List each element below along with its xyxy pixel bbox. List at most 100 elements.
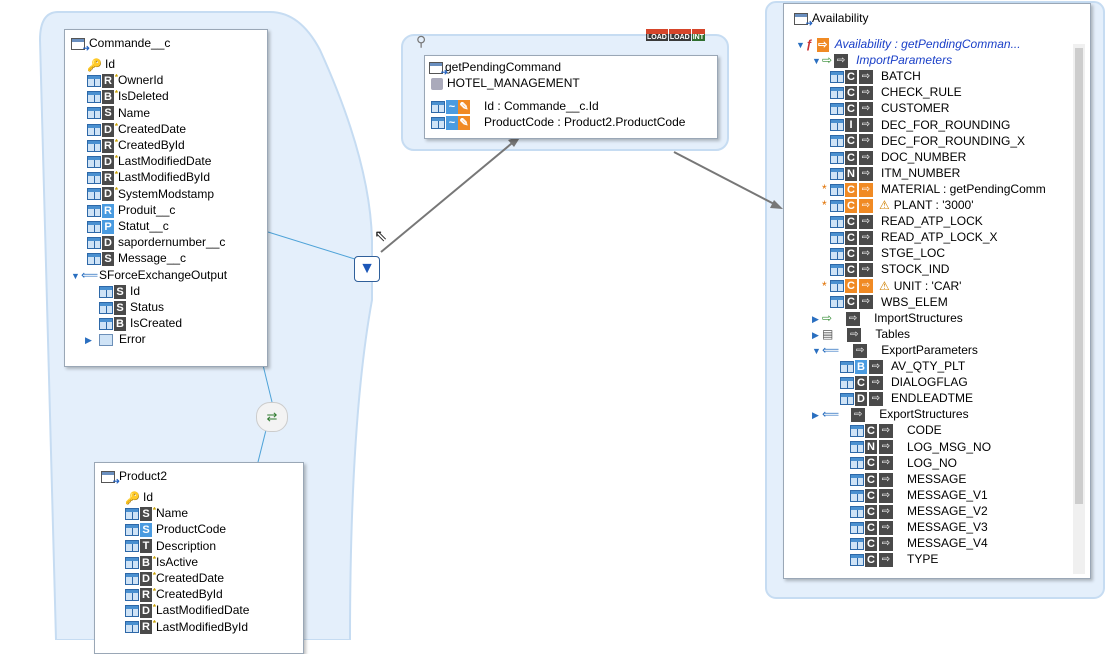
- parameter-row[interactable]: C ⇨ DEC_FOR_ROUNDING_X: [830, 133, 1025, 149]
- mapping-icon[interactable]: ⇄: [256, 402, 288, 432]
- parameter-row[interactable]: C ⇨ STOCK_IND: [830, 261, 949, 278]
- table-icon: [87, 237, 101, 250]
- collapse-toggle-icon[interactable]: ▶: [812, 327, 822, 343]
- filter-icon[interactable]: ▼: [354, 256, 380, 282]
- output-row[interactable]: ▼⟸SForceExchangeOutput: [71, 267, 227, 283]
- tree-root[interactable]: ▼ƒ ⇨ Availability : getPendingComman...: [796, 36, 1021, 52]
- export-structures-node[interactable]: ▶ ⟸ ⇨ ExportStructures: [812, 406, 969, 423]
- arrow-box-icon: ⇨: [879, 424, 893, 439]
- entity-icon: [71, 37, 90, 54]
- field-row[interactable]: Dsapordernumber__c: [87, 234, 225, 251]
- field-row[interactable]: R * LastModifiedById: [125, 619, 248, 635]
- param-row[interactable]: ~ ✎ ProductCode : Product2.ProductCode: [431, 114, 685, 130]
- field-label: Name: [118, 105, 151, 120]
- structure-field-row[interactable]: C ⇨ CODE: [850, 422, 942, 439]
- type-badge: R *: [140, 587, 156, 603]
- field-row[interactable]: P Statut__c: [87, 218, 169, 234]
- type-badge: P: [102, 219, 114, 234]
- field-row[interactable]: S Status: [99, 299, 164, 315]
- product-entity-panel[interactable]: Product2 🔑IdS*NameSProductCodeTDescripti…: [94, 462, 304, 654]
- table-icon: [125, 605, 139, 618]
- arrow-box-icon: ⇨: [879, 440, 893, 455]
- parameter-row[interactable]: B ⇨ AV_QTY_PLT: [840, 358, 965, 374]
- param-row[interactable]: ~ ✎ Id : Commande__c.Id: [431, 98, 599, 114]
- field-row[interactable]: D * LastModifiedDate: [125, 602, 249, 619]
- field-row[interactable]: 🔑 Id: [87, 56, 115, 72]
- field-row[interactable]: D * CreatedDate: [87, 121, 186, 137]
- parameter-row[interactable]: C ⇨ CUSTOMER: [830, 100, 949, 117]
- field-row[interactable]: B * IsDeleted: [87, 88, 169, 105]
- parameter-row[interactable]: I ⇨ DEC_FOR_ROUNDING: [830, 117, 1010, 133]
- expand-toggle-icon[interactable]: ▼: [796, 37, 806, 53]
- structure-field-row[interactable]: C ⇨ MESSAGE_V3: [850, 519, 988, 535]
- field-row[interactable]: S * Name: [125, 505, 188, 522]
- type-badge: R *: [102, 170, 118, 186]
- field-row[interactable]: R * CreatedById: [125, 586, 223, 603]
- expand-toggle-icon[interactable]: ▼: [812, 343, 822, 359]
- arrow-box-icon: ⇨: [834, 53, 849, 68]
- structure-field-row[interactable]: N ⇨ LOG_MSG_NO: [850, 439, 991, 455]
- import-parameters-node[interactable]: ▼⇨ ⇨ ImportParameters: [812, 52, 952, 68]
- type-badge: C: [845, 231, 857, 246]
- parameter-row[interactable]: * C ⇨ ⚠ PLANT : '3000': [822, 197, 974, 213]
- field-row[interactable]: B IsCreated: [99, 315, 182, 332]
- parameter-row[interactable]: C ⇨ WBS_ELEM: [830, 294, 948, 310]
- collapse-toggle-icon[interactable]: ▶: [812, 311, 822, 327]
- structure-field-row[interactable]: C ⇨ LOG_NO: [850, 455, 957, 471]
- expand-toggle-icon[interactable]: ▼: [71, 268, 81, 284]
- type-badge: S *: [140, 506, 156, 522]
- parameter-row[interactable]: N ⇨ ITM_NUMBER: [830, 165, 960, 181]
- parameter-row[interactable]: * C ⇨ ⚠ UNIT : 'CAR': [822, 278, 962, 294]
- parameter-label: UNIT : 'CAR': [893, 278, 962, 293]
- parameter-row[interactable]: C ⇨ DIALOGFLAG: [840, 374, 968, 390]
- field-row[interactable]: R Produit__c: [87, 202, 175, 218]
- parameter-row[interactable]: D ⇨ ENDLEADTME: [840, 390, 973, 407]
- field-row[interactable]: D * LastModifiedDate: [87, 153, 211, 170]
- field-row[interactable]: B * IsActive: [125, 554, 198, 570]
- field-label: Id: [130, 283, 141, 298]
- parameter-row[interactable]: * C ⇨ MATERIAL : getPendingComm: [822, 181, 1046, 197]
- field-row[interactable]: S ProductCode: [125, 521, 226, 538]
- collapse-toggle-icon[interactable]: ▶: [812, 407, 822, 423]
- type-badge: N: [865, 440, 877, 455]
- import-structures-node[interactable]: ▶ ⇨ ⇨ ImportStructures: [812, 310, 963, 326]
- field-row[interactable]: S Message__c: [87, 250, 186, 267]
- tables-node[interactable]: ▶ ▤ ⇨ Tables: [812, 326, 910, 342]
- field-row[interactable]: R * LastModifiedById: [87, 169, 210, 186]
- field-row[interactable]: D * CreatedDate: [125, 570, 224, 586]
- arrow-box-icon: ⇨: [859, 166, 873, 181]
- field-row[interactable]: D * SystemModstamp: [87, 186, 214, 202]
- type-badge: R *: [140, 619, 156, 635]
- field-row[interactable]: S Id: [99, 283, 140, 299]
- structure-field-row[interactable]: C ⇨ MESSAGE_V4: [850, 535, 988, 551]
- commande-entity-panel[interactable]: Commande__c 🔑IdR*OwnerIdB*IsDeletedSName…: [64, 29, 268, 367]
- parameter-row[interactable]: C ⇨ DOC_NUMBER: [830, 149, 966, 165]
- search-icon[interactable]: ⚲: [416, 33, 426, 50]
- structure-field-row[interactable]: C ⇨ TYPE: [850, 551, 938, 568]
- pending-command-panel[interactable]: getPendingCommand HOTEL_MANAGEMENT ~✎Id …: [424, 55, 718, 139]
- field-row[interactable]: S Name: [87, 105, 150, 121]
- scrollbar-thumb[interactable]: [1075, 48, 1083, 504]
- field-row[interactable]: R * OwnerId: [87, 72, 163, 89]
- vertical-scrollbar[interactable]: [1073, 44, 1085, 574]
- error-row[interactable]: ▶ Error: [85, 331, 146, 347]
- field-row[interactable]: 🔑 Id: [125, 489, 153, 505]
- field-label: LOG_NO: [907, 455, 958, 470]
- field-row[interactable]: T Description: [125, 538, 216, 554]
- collapse-toggle-icon[interactable]: ▶: [85, 332, 95, 348]
- parameter-row[interactable]: C ⇨ STGE_LOC: [830, 245, 945, 262]
- parameter-row[interactable]: C ⇨ CHECK_RULE: [830, 84, 962, 101]
- field-row[interactable]: R * CreatedById: [87, 137, 185, 153]
- parameter-row[interactable]: C ⇨ READ_ATP_LOCK_X: [830, 229, 998, 246]
- parameter-row[interactable]: C ⇨ READ_ATP_LOCK: [830, 213, 983, 229]
- structure-field-row[interactable]: C ⇨ MESSAGE_V2: [850, 503, 988, 519]
- structure-field-row[interactable]: C ⇨ MESSAGE: [850, 471, 966, 487]
- table-icon: [830, 71, 844, 84]
- table-icon: [850, 473, 864, 486]
- parameter-row[interactable]: C ⇨ BATCH: [830, 68, 921, 85]
- type-badge: D: [102, 236, 114, 251]
- export-parameters-node[interactable]: ▼⟸ ⇨ ExportParameters: [812, 342, 978, 358]
- availability-panel[interactable]: Availability ▼ƒ⇨Availability : getPendin…: [783, 3, 1091, 579]
- expand-toggle-icon[interactable]: ▼: [812, 53, 822, 69]
- structure-field-row[interactable]: C ⇨ MESSAGE_V1: [850, 487, 988, 503]
